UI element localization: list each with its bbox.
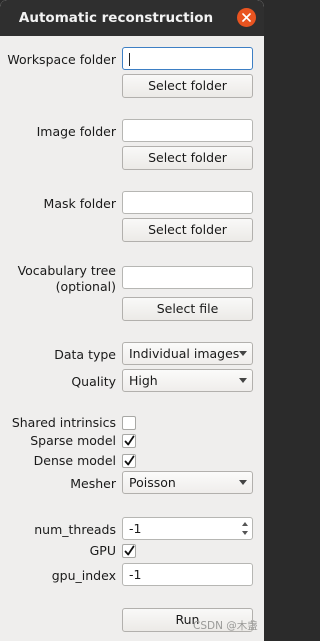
shared-intrinsics-checkbox[interactable] — [122, 416, 136, 430]
mesher-value: Poisson — [129, 475, 176, 490]
data-type-select[interactable]: Individual images — [122, 342, 253, 365]
automatic-reconstruction-dialog: Automatic reconstruction Workspace folde… — [0, 0, 264, 641]
spin-down-icon[interactable] — [240, 528, 250, 538]
workspace-folder-label: Workspace folder — [7, 52, 116, 67]
mask-select-folder-button[interactable]: Select folder — [122, 218, 253, 242]
quality-label: Quality — [71, 374, 116, 389]
dense-model-checkbox[interactable] — [122, 454, 136, 468]
sparse-model-label: Sparse model — [30, 433, 116, 448]
image-folder-input[interactable] — [122, 119, 253, 142]
data-type-label: Data type — [54, 347, 116, 362]
mesher-select[interactable]: Poisson — [122, 471, 253, 494]
checkmark-icon — [124, 545, 135, 556]
mask-folder-input[interactable] — [122, 191, 253, 214]
num-threads-label: num_threads — [34, 522, 116, 537]
gpu-checkbox[interactable] — [122, 544, 136, 558]
vocab-tree-label: Vocabulary tree — [17, 263, 116, 278]
checkmark-icon — [124, 435, 135, 446]
mesher-label: Mesher — [70, 476, 116, 491]
close-button[interactable] — [237, 8, 256, 27]
dropdown-arrow-icon — [239, 378, 247, 383]
workspace-folder-input[interactable] — [122, 47, 253, 70]
close-icon — [242, 13, 251, 22]
mask-folder-label: Mask folder — [43, 196, 116, 211]
quality-select[interactable]: High — [122, 369, 253, 392]
gpu-index-input[interactable]: -1 — [122, 563, 253, 586]
dropdown-arrow-icon — [239, 480, 247, 485]
dropdown-arrow-icon — [239, 351, 247, 356]
vocab-select-file-button[interactable]: Select file — [122, 297, 253, 321]
vocab-tree-input[interactable] — [122, 266, 253, 289]
dense-model-label: Dense model — [33, 453, 116, 468]
shared-intrinsics-label: Shared intrinsics — [11, 415, 116, 430]
image-folder-label: Image folder — [36, 124, 116, 139]
quality-value: High — [129, 373, 158, 388]
checkmark-icon — [124, 455, 135, 466]
text-cursor — [129, 53, 130, 66]
data-type-value: Individual images — [129, 346, 240, 361]
workspace-select-folder-button[interactable]: Select folder — [122, 74, 253, 98]
vocab-tree-optional-label: (optional) — [55, 279, 116, 294]
num-threads-spinbox[interactable]: -1 — [122, 517, 253, 540]
num-threads-value: -1 — [129, 521, 142, 536]
sparse-model-checkbox[interactable] — [122, 434, 136, 448]
gpu-label: GPU — [89, 543, 116, 558]
window-title: Automatic reconstruction — [18, 10, 214, 26]
gpu-index-label: gpu_index — [51, 568, 116, 583]
watermark: CSDN @木盏 — [193, 620, 258, 632]
image-select-folder-button[interactable]: Select folder — [122, 146, 253, 170]
title-bar[interactable]: Automatic reconstruction — [0, 0, 264, 36]
